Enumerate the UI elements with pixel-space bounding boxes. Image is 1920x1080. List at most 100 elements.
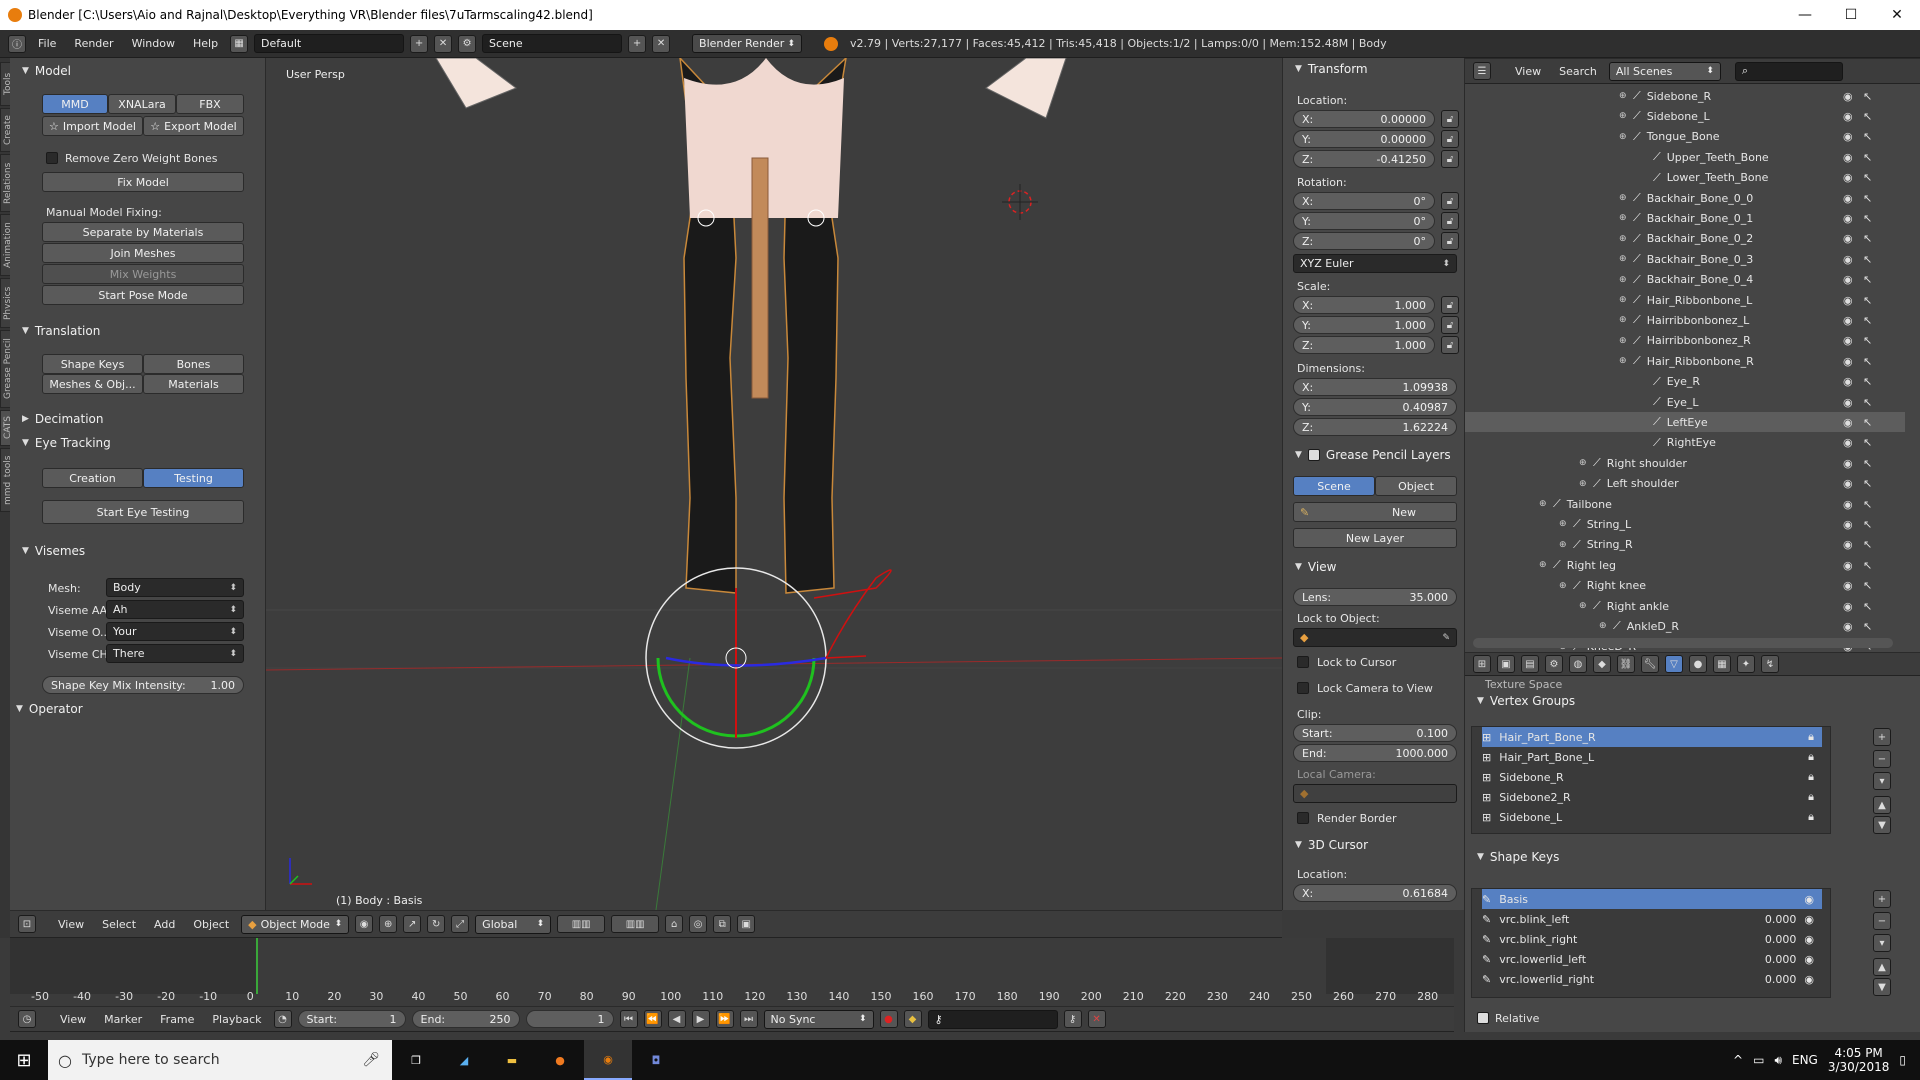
data-tab-icon[interactable]: ▽ [1665,655,1683,673]
add-scene-icon[interactable]: + [628,34,647,53]
new-layer-button[interactable]: New Layer [1293,528,1457,548]
lock-camera-to-view-checkbox[interactable] [1297,682,1309,694]
visibility-eye-icon[interactable]: ◉ [1843,273,1853,286]
selectability-cursor-icon[interactable]: ↖ [1863,518,1872,531]
manipulator-scale-icon[interactable]: ⤢ [451,915,470,933]
visibility-eye-icon[interactable]: ◉ [1843,457,1853,470]
shape-key-item[interactable]: ✎ Basis ◉ [1482,889,1822,909]
delete-keyframe-icon[interactable]: ✕ [1087,1010,1106,1028]
expand-icon[interactable]: ⊕ [1619,193,1633,203]
layers-grid-icon[interactable]: ▥▥ [557,915,606,933]
visibility-eye-icon[interactable]: ◉ [1843,518,1853,531]
selectability-cursor-icon[interactable]: ↖ [1863,151,1872,164]
object-tab-icon[interactable]: ◆ [1593,655,1611,673]
shading-icon[interactable]: ◉ [355,915,374,933]
expand-icon[interactable]: ⊕ [1619,356,1633,366]
selectability-cursor-icon[interactable]: ↖ [1863,130,1872,143]
visibility-eye-icon[interactable]: ◉ [1843,294,1853,307]
visibility-eye-icon[interactable]: ◉ [1804,893,1814,906]
visibility-eye-icon[interactable]: ◉ [1843,151,1853,164]
lock-rot-z-icon[interactable]: 🔓︎ [1441,232,1459,250]
vertex-group-item[interactable]: ⊞ Hair_Part_Bone_R 🔒︎ [1482,727,1822,747]
visibility-eye-icon[interactable]: ◉ [1843,192,1853,205]
import-model-button[interactable]: ☆ Import Model [42,116,143,136]
modifiers-tab-icon[interactable]: 🔧︎ [1641,655,1659,673]
blender-taskbar-icon[interactable]: ◉ [584,1040,632,1080]
outliner-row[interactable]: ⊕ ⟋ Hairribbonbonez_L ◉ ↖ [1465,310,1905,330]
outliner-row[interactable]: ⊕ ⟋ String_R ◉ ↖ [1465,535,1905,555]
expand-icon[interactable]: ⊕ [1559,581,1573,591]
location-z-field[interactable]: Z: -0.41250 [1293,150,1435,168]
outliner-editor-icon[interactable]: ☰ [1473,62,1491,80]
menu-help[interactable]: Help [187,37,224,50]
vertex-group-item[interactable]: ⊞ Sidebone2_R 🔒︎ [1482,787,1822,807]
selectability-cursor-icon[interactable]: ↖ [1863,559,1872,572]
rotation-y-field[interactable]: Y: 0° [1293,212,1435,230]
shape-key-down-icon[interactable]: ▼ [1873,978,1891,996]
3d-cursor-panel-header[interactable]: ▼ 3D Cursor [1289,834,1368,856]
selectability-cursor-icon[interactable]: ↖ [1863,294,1872,307]
lock-rot-y-icon[interactable]: 🔓︎ [1441,212,1459,230]
visibility-eye-icon[interactable]: ◉ [1843,538,1853,551]
record-icon[interactable]: ● [879,1010,898,1028]
outliner-row[interactable]: ⊕ ⟋ String_L ◉ ↖ [1465,514,1905,534]
shape-key-item[interactable]: ✎ vrc.blink_right 0.000 ◉ [1482,929,1822,949]
constraints-tab-icon[interactable]: ⛓ [1617,655,1635,673]
microphone-icon[interactable]: 🎤︎ [362,1052,380,1068]
visibility-eye-icon[interactable]: ◉ [1843,171,1853,184]
tl-menu-playback[interactable]: Playback [206,1013,267,1026]
selectability-cursor-icon[interactable]: ↖ [1863,416,1872,429]
operator-panel-header[interactable]: ▼ Operator [10,698,83,720]
remove-layout-icon[interactable]: ✕ [434,34,453,53]
location-y-field[interactable]: Y: 0.00000 [1293,130,1435,148]
gp-object-tab[interactable]: Object [1375,476,1457,496]
lock-loc-y-icon[interactable]: 🔓︎ [1441,130,1459,148]
remove-scene-icon[interactable]: ✕ [652,34,671,53]
grease-pencil-layers-header[interactable]: ▼ Grease Pencil Layers [1289,444,1451,466]
lock-scale-y-icon[interactable]: 🔓︎ [1441,316,1459,334]
selectability-cursor-icon[interactable]: ↖ [1863,334,1872,347]
outliner-row[interactable]: ⊕ ⟋ Backhair_Bone_0_2 ◉ ↖ [1465,229,1905,249]
visibility-eye-icon[interactable]: ◉ [1843,579,1853,592]
visibility-eye-icon[interactable]: ◉ [1804,953,1814,966]
outliner-row[interactable]: ⊕ ⟋ AnkleD_R ◉ ↖ [1465,616,1905,636]
outliner-row[interactable]: ⟋ Eye_R ◉ ↖ [1465,372,1905,392]
sync-dropdown[interactable]: No Sync ⬍ [763,1009,874,1029]
outliner-menu-search[interactable]: Search [1553,65,1603,78]
expand-icon[interactable]: ⊕ [1579,458,1593,468]
mix-weights-button[interactable]: Mix Weights [42,264,244,284]
maximize-button[interactable]: ☐ [1828,0,1874,30]
timeline-editor-icon[interactable]: ◷ [18,1010,36,1028]
render-tab-icon[interactable]: ▣ [1497,655,1515,673]
lock-layers-icon[interactable]: ⌂ [665,915,684,933]
particles-tab-icon[interactable]: ✦ [1737,655,1755,673]
app-icon[interactable]: ◢ [440,1040,488,1080]
expand-icon[interactable]: ⊕ [1619,91,1633,101]
outliner-row[interactable]: ⊕ ⟋ Hairribbonbonez_R ◉ ↖ [1465,331,1905,351]
visibility-eye-icon[interactable]: ◉ [1843,355,1853,368]
outliner-row[interactable]: ⊕ ⟋ Tongue_Bone ◉ ↖ [1465,127,1905,147]
clip-end-field[interactable]: End: 1000.000 [1293,744,1457,762]
join-meshes-button[interactable]: Join Meshes [42,243,244,263]
view-panel-header[interactable]: ▼ View [1289,556,1336,578]
expand-icon[interactable]: ⊕ [1539,499,1553,509]
lock-to-cursor-checkbox[interactable] [1297,656,1309,668]
prev-keyframe-icon[interactable]: ⏪ [643,1010,662,1028]
keying-set-field[interactable]: ⚷ [927,1009,1058,1029]
move-up-icon[interactable]: ▲ [1873,796,1891,814]
frame-start-field[interactable]: Start: 1 [297,1010,406,1028]
viewport-editor-type-icon[interactable]: ⊡ [18,915,36,933]
taskbar-search-box[interactable]: ○ Type here to search 🎤︎ [48,1040,392,1080]
tl-menu-frame[interactable]: Frame [154,1013,200,1026]
visibility-eye-icon[interactable]: ◉ [1804,913,1814,926]
eye-testing-tab[interactable]: Testing [143,468,244,488]
vertex-group-item[interactable]: ⊞ Sidebone_R 🔒︎ [1482,767,1822,787]
menu-file[interactable]: File [32,37,62,50]
visibility-eye-icon[interactable]: ◉ [1843,212,1853,225]
vertex-group-menu-icon[interactable]: ▾ [1873,772,1891,790]
shape-key-item[interactable]: ✎ vrc.lowerlid_right 0.000 ◉ [1482,969,1822,989]
visibility-eye-icon[interactable]: ◉ [1843,498,1853,511]
timeline[interactable]: -50 -40 -30 -20 -10 0 10 20 30 40 50 60 70 80 90 100 110… [10,938,1454,1013]
outliner-row[interactable]: ⊕ ⟋ Backhair_Bone_0_4 ◉ ↖ [1465,270,1905,290]
vp-menu-view[interactable]: View [52,918,90,931]
